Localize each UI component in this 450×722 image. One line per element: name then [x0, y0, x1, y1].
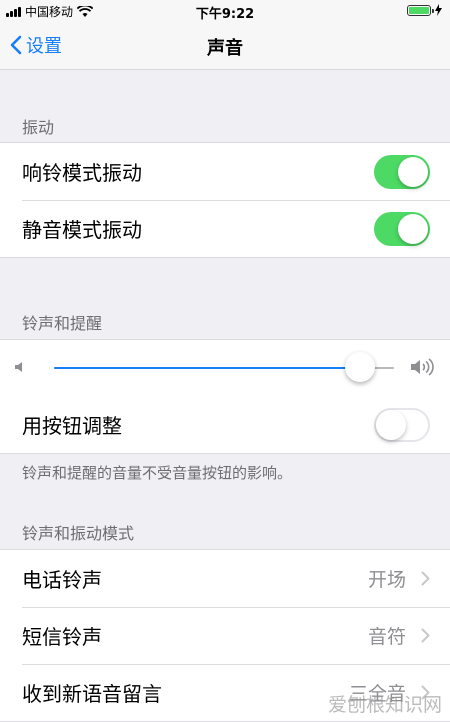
- toggle-knob: [398, 213, 428, 244]
- volume-slider-row: [0, 340, 450, 396]
- ringtone-row[interactable]: 电话铃声 开场: [0, 550, 450, 607]
- ring-vibrate-label: 响铃模式振动: [22, 161, 142, 185]
- text-tone-value: 音符: [367, 626, 406, 648]
- charging-icon: [435, 4, 442, 16]
- adjust-with-buttons-row: 用按钮调整: [0, 396, 450, 453]
- vibration-group: 响铃模式振动 静音模式振动: [0, 142, 450, 258]
- toggle-knob: [398, 156, 428, 187]
- toggle-knob: [376, 409, 406, 440]
- chevron-right-icon: [421, 571, 430, 586]
- page-title: 声音: [207, 38, 243, 59]
- volume-high-icon: [411, 358, 434, 376]
- ring-vibrate-row: 响铃模式振动: [0, 143, 450, 200]
- battery-icon: [407, 4, 434, 16]
- status-bar: 中国移动 下午9:22: [0, 0, 450, 22]
- volume-slider-fill: [54, 367, 360, 369]
- volume-low-icon: [15, 362, 22, 372]
- navigation-bar: 设置 声音: [0, 22, 450, 70]
- section-header-vibration: 振动: [22, 118, 55, 137]
- section-header-patterns: 铃声和振动模式: [22, 524, 135, 543]
- text-tone-row[interactable]: 短信铃声 音符: [0, 607, 450, 664]
- section-header-ringer: 铃声和提醒: [22, 314, 103, 333]
- watermark: 爱刨根知识网: [327, 694, 442, 716]
- status-right: [407, 4, 442, 16]
- ring-vibrate-toggle[interactable]: [374, 154, 430, 189]
- status-time: 下午9:22: [195, 7, 255, 22]
- new-voicemail-label: 收到新语音留言: [22, 682, 162, 706]
- chevron-right-icon: [421, 628, 430, 643]
- text-tone-label: 短信铃声: [22, 625, 102, 649]
- ringer-group: 用按钮调整: [0, 339, 450, 454]
- volume-slider[interactable]: [54, 367, 394, 369]
- silent-vibrate-label: 静音模式振动: [22, 218, 142, 242]
- ringer-footnote: 铃声和提醒的音量不受音量按钮的影响。: [22, 464, 293, 482]
- silent-vibrate-toggle[interactable]: [374, 211, 430, 246]
- ringtone-value: 开场: [367, 569, 406, 591]
- ringtone-label: 电话铃声: [22, 568, 102, 592]
- adjust-with-buttons-toggle[interactable]: [374, 407, 430, 442]
- silent-vibrate-row: 静音模式振动: [0, 200, 450, 257]
- volume-slider-thumb[interactable]: [345, 352, 375, 382]
- adjust-with-buttons-label: 用按钮调整: [22, 414, 122, 438]
